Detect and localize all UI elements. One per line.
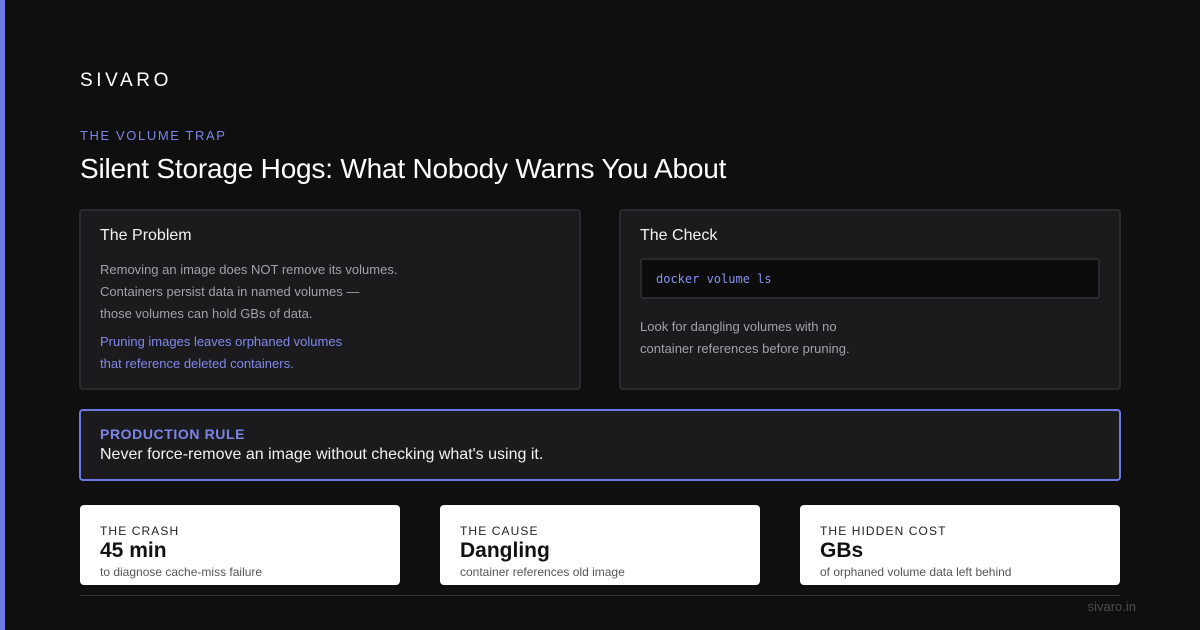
page-title: Silent Storage Hogs: What Nobody Warns Y… [80,153,727,184]
check-line: Look for dangling volumes with no [640,319,837,334]
footer-url[interactable]: sivaro.in [1088,599,1136,614]
check-description: Look for dangling volumes with no contai… [640,316,1100,360]
accent-bar [0,0,5,630]
rule-text: Never force-remove an image without chec… [100,446,544,463]
stat-label: THE HIDDEN COST [820,524,947,538]
stat-label: THE CRASH [100,524,180,538]
stat-caption: container references old image [460,565,625,579]
problem-card: The Problem Removing an image does NOT r… [79,209,581,390]
stat-card-cause: THE CAUSE Dangling container references … [440,505,760,585]
command-text[interactable]: docker volume ls [656,272,772,286]
stat-value: GBs [820,539,864,562]
rule-label: PRODUCTION RULE [100,426,246,442]
footer-divider [80,595,1120,596]
problem-line: Removing an image does NOT remove its vo… [100,262,398,277]
problem-highlight-line: Pruning images leaves orphaned volumes [100,334,343,349]
problem-card-title: The Problem [100,227,192,244]
check-line: container references before pruning. [640,341,850,356]
problem-highlight-line: that reference deleted containers. [100,356,294,371]
production-rule-callout: PRODUCTION RULE Never force-remove an im… [79,409,1121,481]
stat-caption: of orphaned volume data left behind [820,565,1012,579]
stat-label: THE CAUSE [460,524,539,538]
problem-description: Removing an image does NOT remove its vo… [100,259,560,325]
stat-card-hidden-cost: THE HIDDEN COST GBs of orphaned volume d… [800,505,1120,585]
stat-caption: to diagnose cache-miss failure [100,565,263,579]
stat-card-crash: THE CRASH 45 min to diagnose cache-miss … [80,505,400,585]
check-card-title: The Check [640,227,718,244]
stat-value: Dangling [460,539,550,562]
stat-value: 45 min [100,539,167,562]
check-card: The Check docker volume ls Look for dang… [619,209,1121,390]
problem-line: Containers persist data in named volumes… [100,284,360,299]
command-code-block[interactable]: docker volume ls [640,258,1100,299]
problem-highlight: Pruning images leaves orphaned volumes t… [100,331,560,375]
brand-logo: SIVARO [80,70,172,91]
problem-line: those volumes can hold GBs of data. [100,306,313,321]
eyebrow-label: THE VOLUME TRAP [80,128,227,143]
